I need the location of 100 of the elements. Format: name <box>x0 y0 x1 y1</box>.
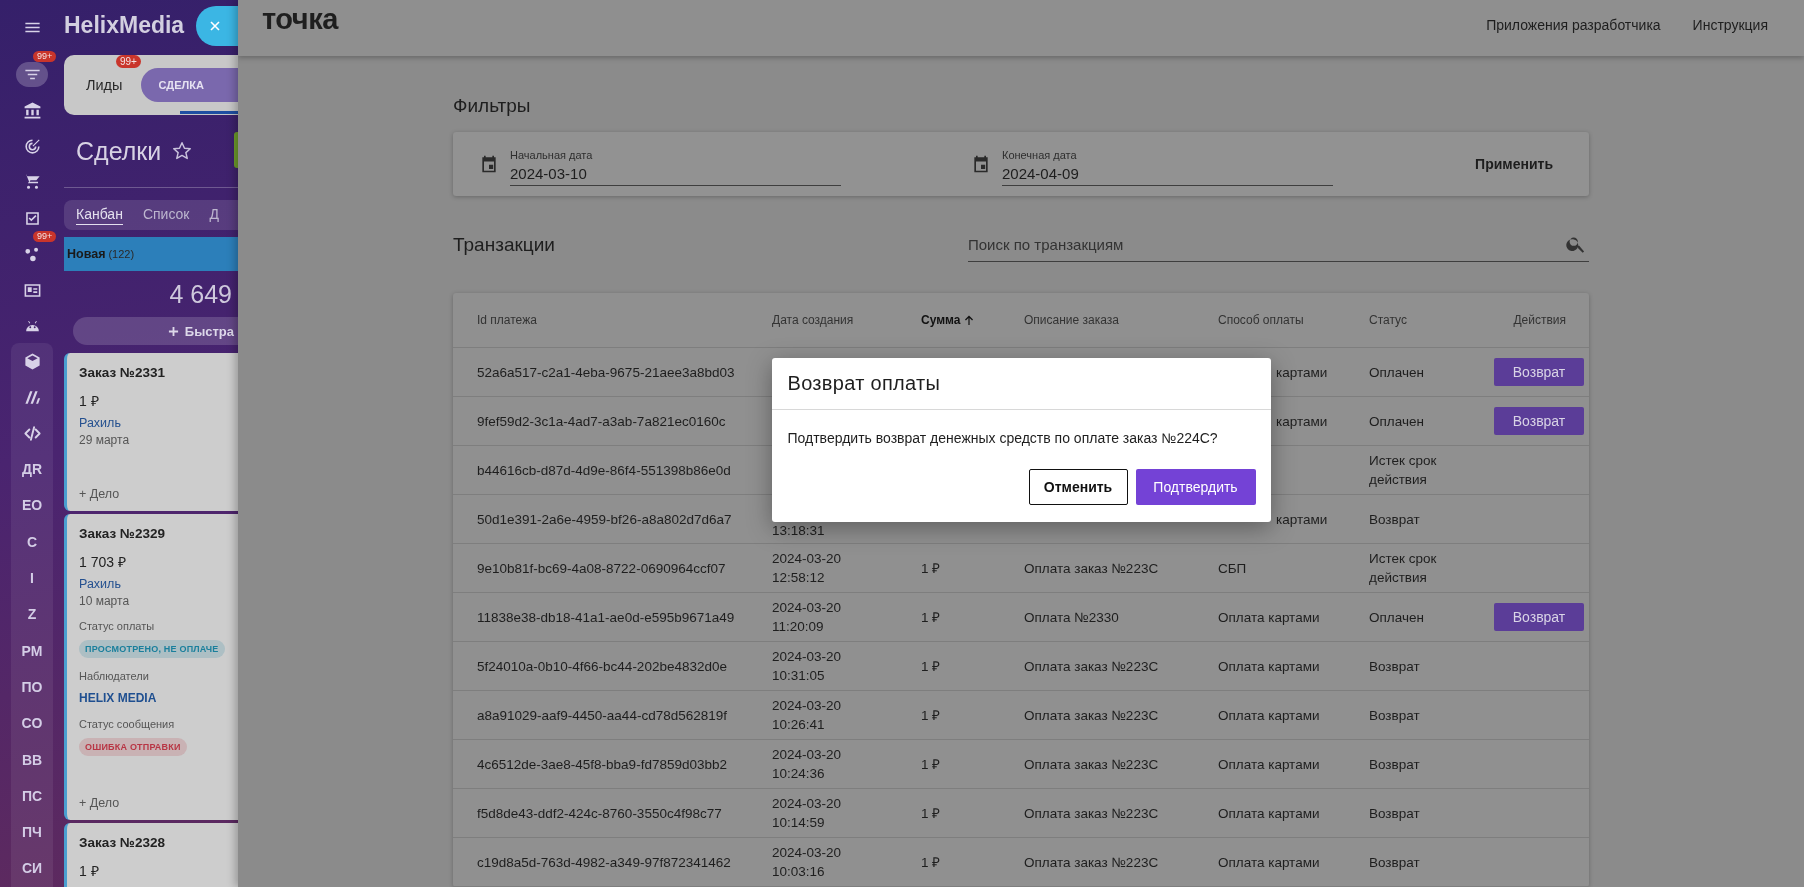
table-cell-text: Истек срок действия <box>1369 452 1438 489</box>
date-field[interactable]: Конечная дата 2024-04-09 <box>1002 142 1333 186</box>
card-title: Заказ №2331 <box>79 365 166 380</box>
quick-add-button[interactable]: Быстра <box>73 317 238 345</box>
table-cell-text: 12:58:12 <box>772 569 826 587</box>
deal-card[interactable]: Заказ №2329 1 703 ₽ Рахиль 10 марта Статус оплаты ПРОСМОТРЕНО, НЕ ОПЛАЧЕ Наблюдатели HELIX MEDIA Статус сообщения ОШИБКА ОТПРАВКИ + Дело <box>64 514 238 820</box>
contact-link[interactable]: Рахиль <box>79 577 238 591</box>
star-icon[interactable] <box>171 140 194 162</box>
view-tab[interactable]: Д <box>209 206 219 224</box>
card-date: 10 марта <box>79 594 131 608</box>
refund-button[interactable]: Возврат <box>1494 407 1584 435</box>
table-cell-text: 10:31:05 <box>772 667 826 685</box>
watcher-link[interactable]: HELIX MEDIA <box>79 691 157 705</box>
sidebar-button[interactable]: EO <box>12 487 52 524</box>
refund-button[interactable]: Возврат <box>1494 603 1584 631</box>
contact-link[interactable]: Рахиль <box>79 416 238 430</box>
table-cell-text: Оплата заказ №223С <box>1024 755 1160 774</box>
table-cell-text: c19d8a5d-763d-4982-a349-97f872341462 <box>477 853 732 872</box>
sidebar-button[interactable]: ПО <box>12 668 52 706</box>
table-cell-text: 11838e38-db18-41a1-ae0d-e595b9671a49 <box>477 608 736 627</box>
date-field[interactable]: Начальная дата 2024-03-10 <box>510 142 841 186</box>
table-cell-text: картами <box>1275 412 1329 431</box>
nav-link[interactable]: Приложения разработчика <box>1486 17 1661 33</box>
deal-card[interactable]: Заказ №2331 1 ₽ Рахиль 29 марта + Дело <box>64 353 238 511</box>
table-cell-text: Оплата картами <box>1218 706 1321 725</box>
stage-name: Новая <box>67 247 106 261</box>
card-title: Заказ №2328 <box>79 835 166 850</box>
table-cell-text: Оплата заказ №223С <box>1024 559 1160 578</box>
table-cell-text: 2024-03-20 <box>772 697 843 715</box>
apply-button[interactable]: Применить <box>1475 148 1553 180</box>
code-icon <box>22 423 42 443</box>
table-cell-text: 1 ₽ <box>921 853 942 872</box>
table-cell-text: 2024-03-20 <box>772 599 843 617</box>
table-cell-text: Истек срок действия <box>1369 550 1438 587</box>
count-badge: 99+ <box>33 51 57 62</box>
sidebar-button[interactable]: СИ <box>12 850 52 887</box>
card-date: 29 марта <box>79 433 131 447</box>
column-header: Способ оплаты <box>1218 313 1304 327</box>
table-cell-text: 9e10b81f-bc69-4a08-8722-0690964ccf07 <box>477 559 727 578</box>
table-cell-text: 50d1e391-2a6e-4959-bf26-a8a802d7d6a7 <box>477 510 733 529</box>
table-cell-text: Оплата картами <box>1218 804 1321 823</box>
calendar-icon[interactable] <box>971 154 991 174</box>
table-cell-text: f5d8de43-ddf2-424c-8760-3550c4f98c77 <box>477 804 723 823</box>
sidebar-button[interactable]: CO <box>12 705 52 742</box>
table-cell-text: СБП <box>1218 559 1248 578</box>
close-icon <box>209 20 221 32</box>
sidebar-button[interactable]: BB <box>12 741 52 778</box>
target-icon <box>22 137 42 156</box>
table-cell-text: 10:24:36 <box>772 765 826 783</box>
table-cell-text: 1 ₽ <box>921 755 942 774</box>
sidebar-button[interactable]: Z <box>12 596 52 633</box>
dialog-title: Возврат оплаты <box>786 370 942 396</box>
add-task-link[interactable]: + Дело <box>79 487 238 501</box>
column-header: Статус <box>1369 313 1407 327</box>
table-cell-text: 52a6a517-c2a1-4eba-9675-21aee3a8bd03 <box>477 363 736 382</box>
card-amount: 1 ₽ <box>79 392 100 410</box>
stage-count: (122) <box>108 248 135 260</box>
close-button[interactable] <box>196 6 238 46</box>
table-cell-text: 1 ₽ <box>921 559 942 578</box>
calendar-icon[interactable] <box>479 154 499 174</box>
nav-link[interactable]: Инструкция <box>1692 17 1768 33</box>
column-header[interactable]: Сумма <box>921 313 976 327</box>
view-tab[interactable]: Канбан <box>76 205 123 225</box>
add-task-link[interactable]: + Дело <box>79 796 238 810</box>
table-cell-text: 10:26:41 <box>772 716 826 734</box>
confirm-button[interactable]: Подтвердить <box>1135 468 1256 505</box>
deal-card[interactable]: Заказ №2328 1 ₽ <box>64 823 238 887</box>
sidebar-button[interactable]: PM <box>12 632 52 669</box>
table-cell-text: 1 ₽ <box>921 657 942 676</box>
card-title: Заказ №2329 <box>79 526 166 541</box>
quick-add-label: Быстра <box>184 323 234 339</box>
table-cell-text: Возврат <box>1369 657 1421 676</box>
search-field[interactable]: Поиск по транзакциям <box>968 228 1589 262</box>
cancel-button[interactable]: Отменить <box>1028 468 1128 505</box>
sidebar-button[interactable]: ПЧ <box>12 813 52 851</box>
sidebar-button[interactable]: I <box>12 559 52 597</box>
count-badge: 99+ <box>116 55 141 68</box>
sidebar-button[interactable]: ПС <box>12 777 52 814</box>
table-cell-text: Оплата картами <box>1218 853 1321 872</box>
table-cell-text: Возврат <box>1369 510 1421 529</box>
view-tab[interactable]: Список <box>142 206 190 224</box>
table-cell-text: 11:20:09 <box>772 618 825 636</box>
refund-button[interactable]: Возврат <box>1494 358 1584 386</box>
field-label: Статус оплаты <box>79 620 156 632</box>
sidebar-button[interactable]: C <box>12 523 52 560</box>
section-title: Транзакции <box>453 233 555 257</box>
sidebar-button[interactable] <box>16 62 48 87</box>
table-cell-text: 13:18:31 <box>772 522 826 540</box>
count-badge: 99+ <box>33 231 57 242</box>
column-header: Дата создания <box>772 313 854 327</box>
tab[interactable]: СДЕЛКА <box>140 68 238 102</box>
table-cell-text: Возврат <box>1369 804 1421 823</box>
status-tag: ПРОСМОТРЕНО, НЕ ОПЛАЧЕ <box>79 640 225 658</box>
status-tag: ОШИБКА ОТПРАВКИ <box>79 738 187 756</box>
table-cell-text: 2024-03-20 <box>772 648 843 666</box>
sidebar-button[interactable]: ДR <box>12 451 52 488</box>
app-title: HelixMedia <box>64 11 186 40</box>
field-label: Наблюдатели <box>79 670 150 682</box>
page-heading: Сделки <box>76 136 162 166</box>
table-cell-text: Оплата №2330 <box>1024 608 1120 627</box>
